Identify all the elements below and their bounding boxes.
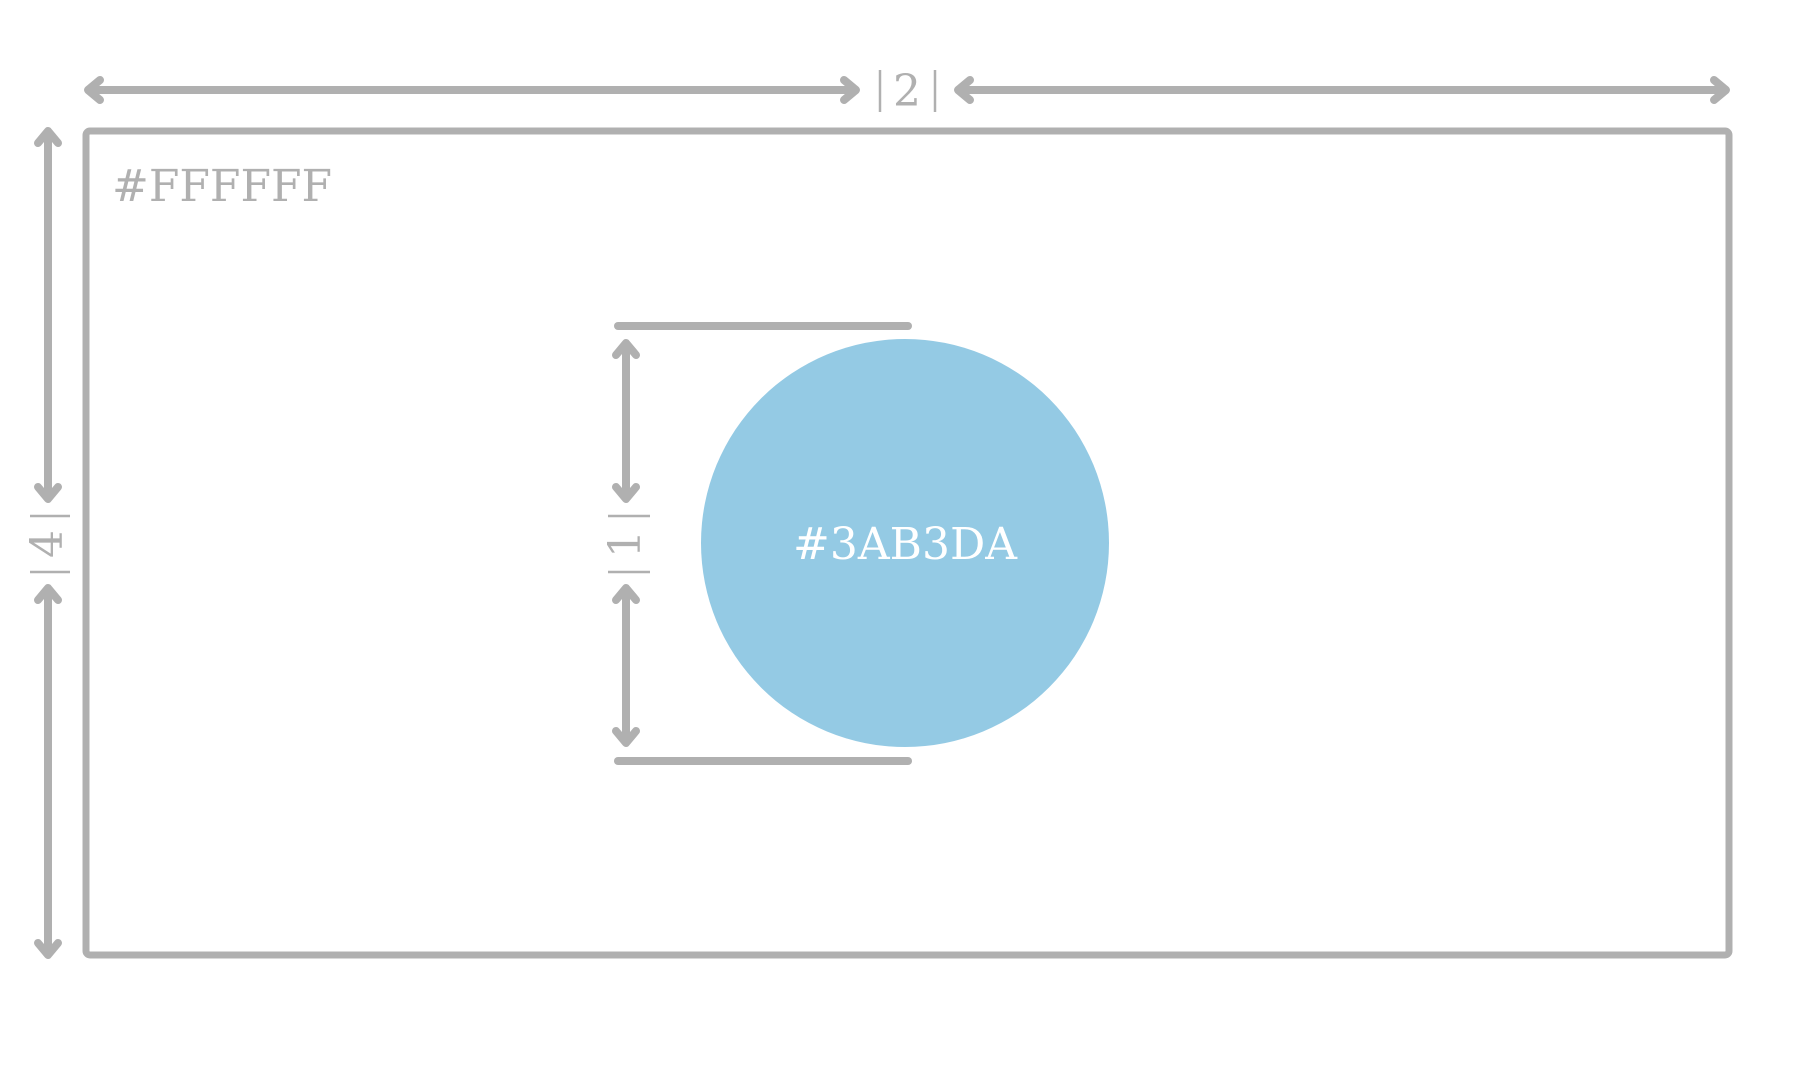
canvas-color-label: #FFFFFF xyxy=(112,161,332,212)
circle-color-label: #3AB3DA xyxy=(793,519,1018,570)
diagram-canvas: #FFFFFF 2 4 #3AB3DA 1 xyxy=(22,66,1733,959)
width-label: 2 xyxy=(893,66,921,117)
height-label: 4 xyxy=(22,530,73,558)
circle-diameter-label: 1 xyxy=(600,530,651,558)
